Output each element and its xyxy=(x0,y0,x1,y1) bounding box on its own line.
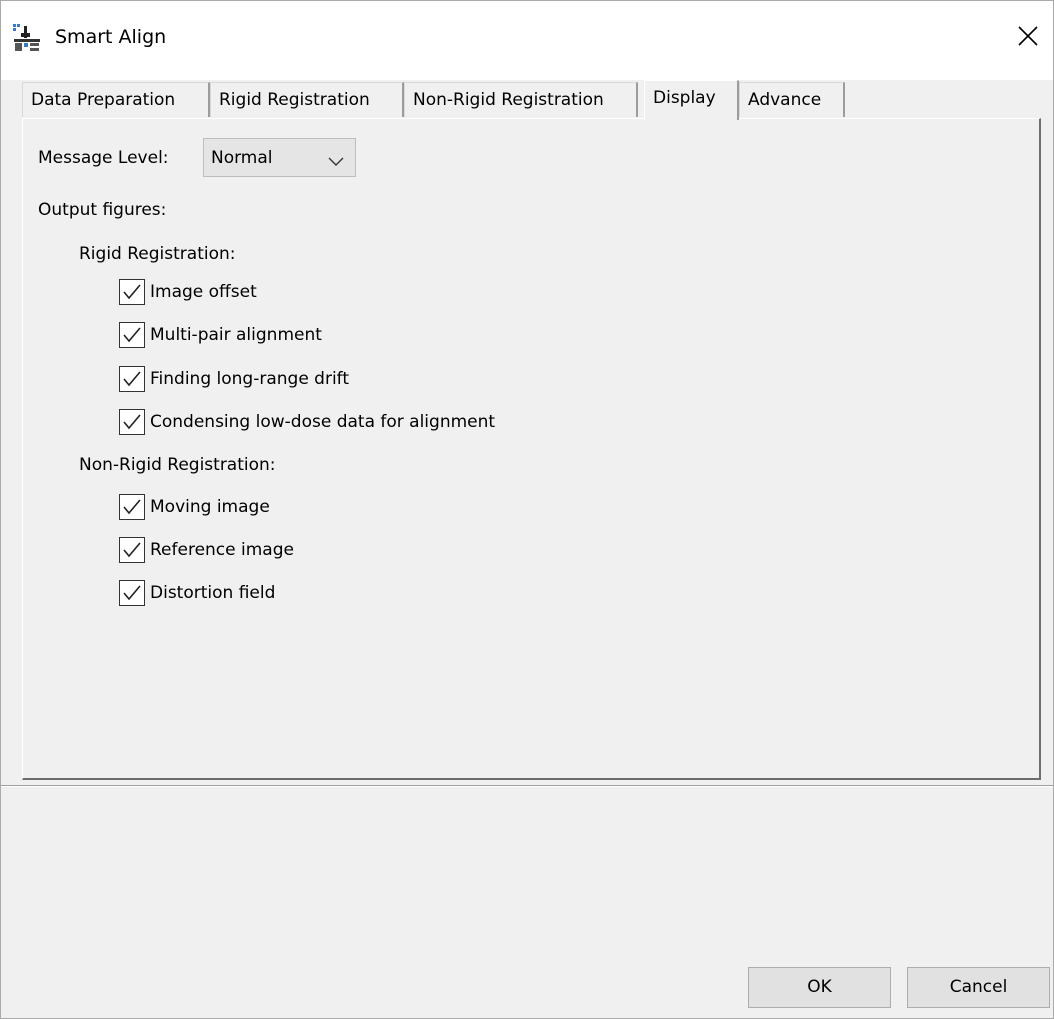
checkmark-icon xyxy=(123,371,141,387)
checkbox-finding-long-range-drift[interactable]: Finding long-range drift xyxy=(119,365,419,393)
message-level-label: Message Level: xyxy=(38,148,169,168)
bottom-separator xyxy=(1,785,1053,787)
checkmark-icon xyxy=(123,499,141,515)
message-level-select[interactable]: Normal xyxy=(203,138,356,177)
checkmark-icon xyxy=(123,542,141,558)
checkbox-box[interactable] xyxy=(119,494,145,520)
chevron-down-icon xyxy=(328,152,344,171)
tab-display[interactable]: Display xyxy=(644,80,739,120)
title-bar[interactable]: Smart Align xyxy=(1,1,1053,80)
checkbox-box[interactable] xyxy=(119,409,145,435)
tab-non-rigid-registration[interactable]: Non-Rigid Registration xyxy=(404,82,638,117)
checkbox-multi-pair-alignment[interactable]: Multi-pair alignment xyxy=(119,321,419,349)
checkbox-distortion-field[interactable]: Distortion field xyxy=(119,579,419,607)
tab-rigid-registration[interactable]: Rigid Registration xyxy=(210,82,404,117)
checkbox-moving-image[interactable]: Moving image xyxy=(119,493,419,521)
smart-align-app-icon xyxy=(12,23,42,53)
rigid-registration-heading: Rigid Registration: xyxy=(79,244,236,264)
tab-strip: Data Preparation Rigid Registration Non-… xyxy=(22,80,1042,120)
checkbox-box[interactable] xyxy=(119,279,145,305)
checkmark-icon xyxy=(123,327,141,343)
checkbox-box[interactable] xyxy=(119,580,145,606)
checkbox-label: Distortion field xyxy=(150,583,276,603)
checkmark-icon xyxy=(123,284,141,300)
checkbox-label: Multi-pair alignment xyxy=(150,325,322,345)
tab-advance[interactable]: Advance xyxy=(739,82,845,117)
checkmark-icon xyxy=(123,585,141,601)
message-level-value: Normal xyxy=(211,148,273,168)
smart-align-dialog: Smart Align Data Preparation Rigid Regis… xyxy=(0,0,1054,1019)
ok-button[interactable]: OK xyxy=(748,967,891,1008)
checkbox-label: Moving image xyxy=(150,497,270,517)
tab-data-preparation[interactable]: Data Preparation xyxy=(22,82,210,117)
display-tab-panel xyxy=(22,118,1041,780)
checkbox-image-offset[interactable]: Image offset xyxy=(119,278,419,306)
output-figures-label: Output figures: xyxy=(38,200,167,220)
close-icon xyxy=(1018,26,1038,46)
checkmark-icon xyxy=(123,414,141,430)
cancel-button[interactable]: Cancel xyxy=(907,967,1050,1008)
checkbox-box[interactable] xyxy=(119,366,145,392)
checkbox-label: Condensing low-dose data for alignment xyxy=(150,412,496,432)
checkbox-label: Image offset xyxy=(150,282,257,302)
checkbox-label: Reference image xyxy=(150,540,294,560)
window-title: Smart Align xyxy=(55,26,167,48)
close-button[interactable] xyxy=(1007,15,1049,57)
non-rigid-registration-heading: Non-Rigid Registration: xyxy=(79,455,276,475)
checkbox-condensing-low-dose-data[interactable]: Condensing low-dose data for alignment xyxy=(119,408,619,436)
checkbox-box[interactable] xyxy=(119,537,145,563)
checkbox-reference-image[interactable]: Reference image xyxy=(119,536,419,564)
checkbox-label: Finding long-range drift xyxy=(150,369,350,389)
checkbox-box[interactable] xyxy=(119,322,145,348)
